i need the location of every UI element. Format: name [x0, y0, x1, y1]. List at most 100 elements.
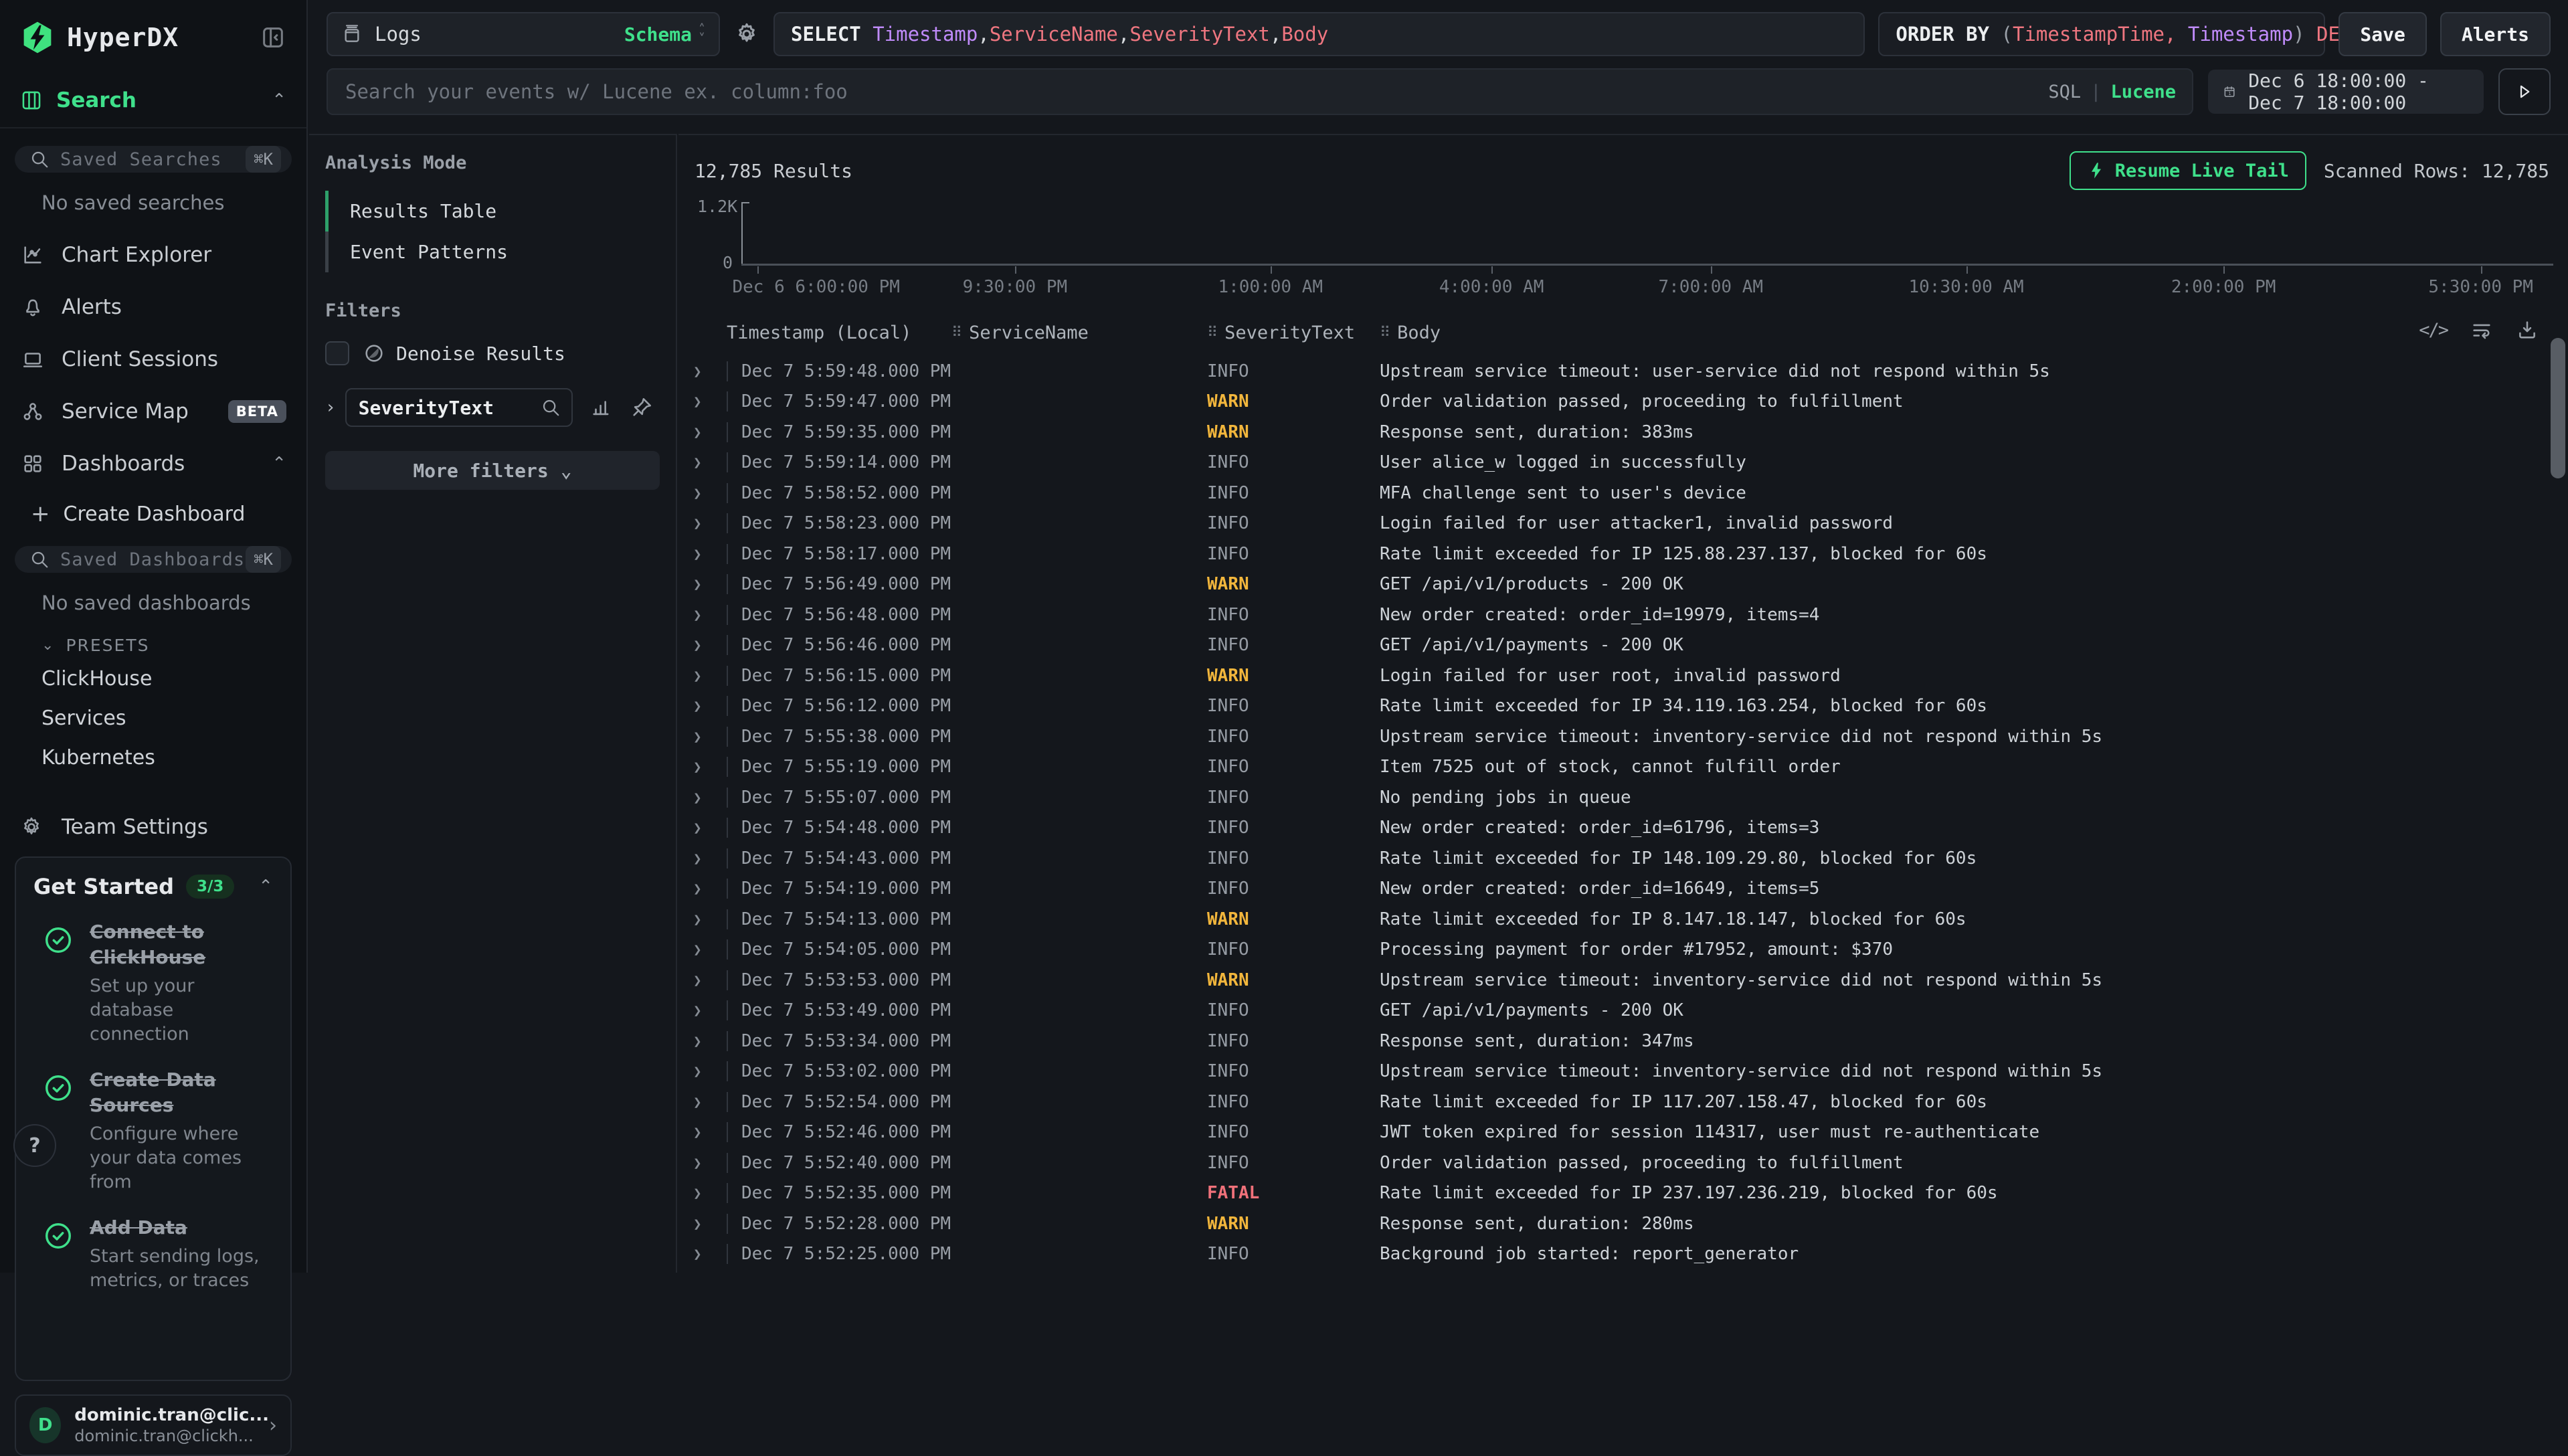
table-row[interactable]: ❯ Dec 7 5:56:46.000 PM INFO GET /api/v1/…: [678, 630, 2568, 661]
mode-event-patterns[interactable]: Event Patterns: [325, 232, 660, 272]
table-row[interactable]: ❯ Dec 7 5:52:25.000 PM INFO Background j…: [678, 1239, 2568, 1270]
source-select[interactable]: Logs Schema ˄˅: [327, 12, 720, 56]
expand-row-icon[interactable]: ❯: [688, 1246, 727, 1262]
chevron-up-icon[interactable]: ⌃: [258, 877, 273, 897]
expand-row-icon[interactable]: ❯: [688, 393, 727, 410]
table-row[interactable]: ❯ Dec 7 5:54:48.000 PM INFO New order cr…: [678, 813, 2568, 844]
bar-chart-icon[interactable]: [590, 396, 613, 419]
expand-row-icon[interactable]: ❯: [688, 515, 727, 531]
column-header-body[interactable]: ⠿Body: [1380, 323, 2568, 343]
column-header-severitytext[interactable]: ⠿SeverityText: [1207, 323, 1380, 343]
get-started-item[interactable]: Connect to ClickHouse Set up your databa…: [33, 919, 273, 1047]
pin-icon[interactable]: [630, 396, 653, 419]
save-button[interactable]: Save: [2338, 12, 2426, 56]
sidebar-item-alerts[interactable]: Alerts: [0, 281, 306, 333]
run-query-button[interactable]: [2498, 68, 2551, 115]
sidebar-collapse-icon[interactable]: [260, 24, 286, 51]
expand-row-icon[interactable]: ❯: [688, 1185, 727, 1201]
expand-row-icon[interactable]: ❯: [688, 729, 727, 745]
preset-item-kubernetes[interactable]: Kubernetes: [0, 738, 306, 778]
expand-row-icon[interactable]: ❯: [688, 454, 727, 470]
table-row[interactable]: ❯ Dec 7 5:59:14.000 PM INFO User alice_w…: [678, 448, 2568, 478]
table-row[interactable]: ❯ Dec 7 5:55:07.000 PM INFO No pending j…: [678, 782, 2568, 813]
expand-row-icon[interactable]: ❯: [688, 972, 727, 988]
expand-row-icon[interactable]: ❯: [688, 1033, 727, 1049]
more-filters-button[interactable]: More filters ⌄: [325, 451, 660, 490]
expand-row-icon[interactable]: ❯: [688, 850, 727, 867]
download-icon[interactable]: [2516, 318, 2539, 341]
preset-item-clickhouse[interactable]: ClickHouse: [0, 659, 306, 699]
table-row[interactable]: ❯ Dec 7 5:59:47.000 PM WARN Order valida…: [678, 387, 2568, 418]
chart-bars[interactable]: [741, 202, 2553, 264]
column-header-timestamp[interactable]: Timestamp (Local): [727, 323, 951, 343]
wrap-text-icon[interactable]: [2470, 318, 2493, 341]
table-row[interactable]: ❯ Dec 7 5:56:49.000 PM WARN GET /api/v1/…: [678, 569, 2568, 600]
table-row[interactable]: ❯ Dec 7 5:58:17.000 PM INFO Rate limit e…: [678, 539, 2568, 569]
expand-row-icon[interactable]: ❯: [688, 1063, 727, 1079]
alerts-button[interactable]: Alerts: [2440, 12, 2551, 56]
sidebar-item-client-sessions[interactable]: Client Sessions: [0, 333, 306, 385]
sidebar-item-service-map[interactable]: Service Map BETA: [0, 385, 306, 438]
table-row[interactable]: ❯ Dec 7 5:58:52.000 PM INFO MFA challeng…: [678, 478, 2568, 509]
table-row[interactable]: ❯ Dec 7 5:54:19.000 PM INFO New order cr…: [678, 874, 2568, 905]
severity-filter[interactable]: SeverityText: [345, 388, 573, 427]
table-row[interactable]: ❯ Dec 7 5:59:48.000 PM INFO Upstream ser…: [678, 356, 2568, 387]
expand-row-icon[interactable]: ❯: [688, 546, 727, 562]
column-header-servicename[interactable]: ⠿ServiceName: [951, 323, 1207, 343]
table-row[interactable]: ❯ Dec 7 5:56:15.000 PM WARN Login failed…: [678, 660, 2568, 691]
table-row[interactable]: ❯ Dec 7 5:55:19.000 PM INFO Item 7525 ou…: [678, 752, 2568, 783]
preset-item-services[interactable]: Services: [0, 699, 306, 738]
table-row[interactable]: ❯ Dec 7 5:54:13.000 PM WARN Rate limit e…: [678, 904, 2568, 935]
denoise-checkbox[interactable]: [325, 341, 349, 365]
table-row[interactable]: ❯ Dec 7 5:54:43.000 PM INFO Rate limit e…: [678, 843, 2568, 874]
sidebar-item-chart-explorer[interactable]: Chart Explorer: [0, 229, 306, 281]
table-row[interactable]: ❯ Dec 7 5:52:28.000 PM WARN Response sen…: [678, 1208, 2568, 1239]
chevron-up-icon[interactable]: ⌃: [272, 454, 286, 474]
presets-section[interactable]: ⌄ PRESETS: [41, 636, 306, 655]
get-started-item[interactable]: Create Data Sources Configure where your…: [33, 1067, 273, 1195]
select-query-input[interactable]: SELECT Timestamp,ServiceName,SeverityTex…: [773, 12, 1865, 56]
sidebar-item-team-settings[interactable]: Team Settings: [0, 798, 306, 856]
expand-row-icon[interactable]: ❯: [688, 1155, 727, 1171]
language-toggle[interactable]: SQL | Lucene: [2048, 68, 2176, 115]
expand-row-icon[interactable]: ❯: [688, 790, 727, 806]
create-dashboard-button[interactable]: + Create Dashboard: [0, 490, 306, 537]
table-row[interactable]: ❯ Dec 7 5:56:12.000 PM INFO Rate limit e…: [678, 691, 2568, 722]
table-row[interactable]: ❯ Dec 7 5:52:54.000 PM INFO Rate limit e…: [678, 1087, 2568, 1117]
table-row[interactable]: ❯ Dec 7 5:54:05.000 PM INFO Processing p…: [678, 935, 2568, 966]
search-input[interactable]: [327, 68, 2193, 115]
get-started-item[interactable]: Add Data Start sending logs, metrics, or…: [33, 1215, 273, 1293]
expand-row-icon[interactable]: ❯: [688, 881, 727, 897]
table-row[interactable]: ❯ Dec 7 5:55:38.000 PM INFO Upstream ser…: [678, 721, 2568, 752]
code-view-icon[interactable]: </>: [2419, 320, 2448, 341]
expand-row-icon[interactable]: ❯: [688, 637, 727, 653]
expand-row-icon[interactable]: ❯: [688, 424, 727, 440]
expand-row-icon[interactable]: ❯: [688, 820, 727, 836]
drag-handle-icon[interactable]: ⠿: [1207, 325, 1218, 341]
expand-row-icon[interactable]: ❯: [688, 1094, 727, 1110]
expand-row-icon[interactable]: ❯: [688, 1124, 727, 1140]
expand-row-icon[interactable]: ❯: [688, 698, 727, 714]
expand-row-icon[interactable]: ❯: [688, 911, 727, 927]
table-row[interactable]: ❯ Dec 7 5:52:46.000 PM INFO JWT token ex…: [678, 1117, 2568, 1148]
table-row[interactable]: ❯ Dec 7 5:52:35.000 PM FATAL Rate limit …: [678, 1178, 2568, 1209]
expand-row-icon[interactable]: ❯: [688, 576, 727, 592]
table-row[interactable]: ❯ Dec 7 5:56:48.000 PM INFO New order cr…: [678, 600, 2568, 630]
expand-row-icon[interactable]: ❯: [688, 485, 727, 501]
table-row[interactable]: ❯ Dec 7 5:53:02.000 PM INFO Upstream ser…: [678, 1057, 2568, 1087]
gear-icon[interactable]: [733, 21, 760, 48]
vertical-scrollbar[interactable]: [2551, 338, 2565, 478]
table-row[interactable]: ❯ Dec 7 5:53:34.000 PM INFO Response sen…: [678, 1026, 2568, 1057]
expand-row-icon[interactable]: ❯: [688, 1002, 727, 1018]
drag-handle-icon[interactable]: ⠿: [951, 325, 962, 341]
table-row[interactable]: ❯ Dec 7 5:53:49.000 PM INFO GET /api/v1/…: [678, 996, 2568, 1026]
sidebar-item-dashboards[interactable]: Dashboards ⌃: [0, 438, 306, 490]
drag-handle-icon[interactable]: ⠿: [1380, 325, 1390, 341]
saved-dashboards-input[interactable]: Saved Dashboards ⌘K: [15, 546, 292, 573]
expand-row-icon[interactable]: ❯: [688, 941, 727, 958]
mode-results-table[interactable]: Results Table: [325, 191, 660, 232]
table-row[interactable]: ❯ Dec 7 5:52:40.000 PM INFO Order valida…: [678, 1148, 2568, 1178]
sidebar-item-search[interactable]: Search ⌃: [0, 72, 306, 128]
order-by-field[interactable]: ORDER BY (TimestampTime, Timestamp) DESC: [1878, 12, 2325, 56]
resume-live-tail-button[interactable]: Resume Live Tail: [2070, 151, 2306, 190]
